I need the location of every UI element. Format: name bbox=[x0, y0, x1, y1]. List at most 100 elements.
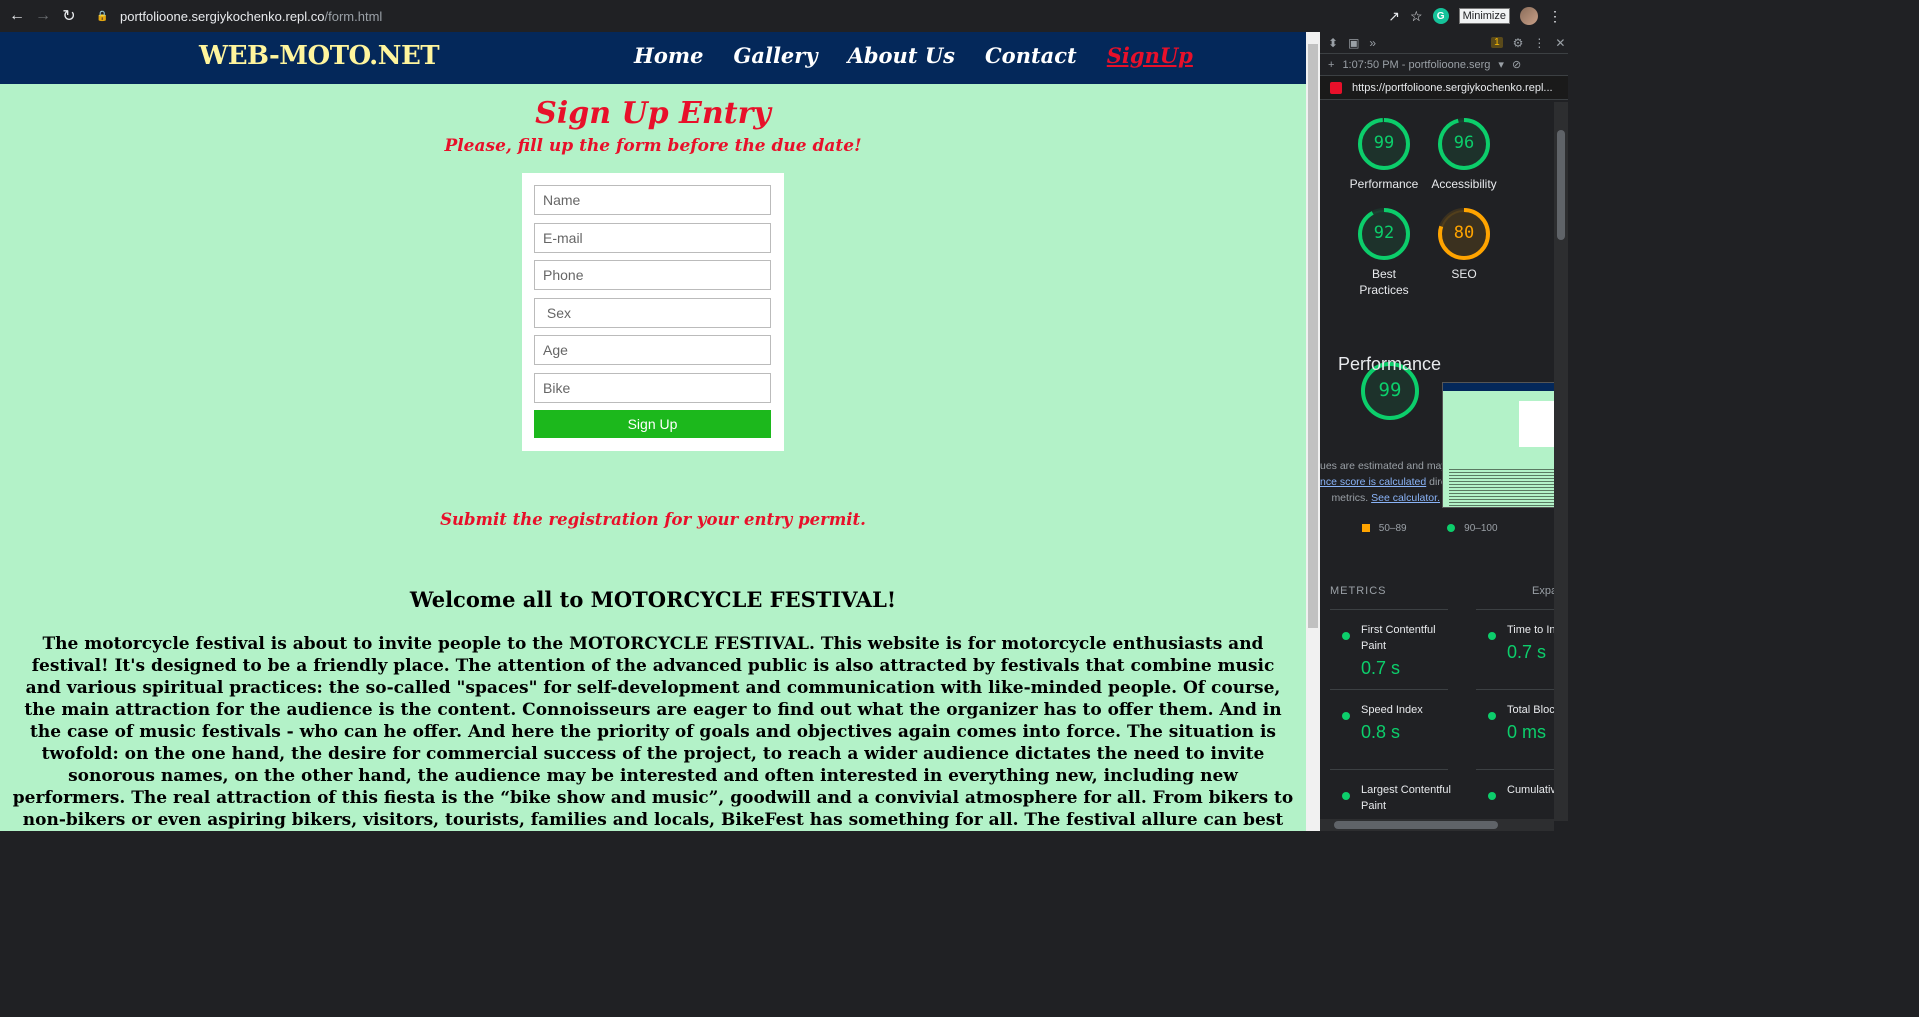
grammarly-extension-icon[interactable]: G bbox=[1432, 8, 1449, 24]
browser-actions: ↗ ☆ G Minimize ⋮ bbox=[1388, 4, 1562, 28]
page-scrollbar-thumb[interactable] bbox=[1308, 44, 1318, 628]
gauge-score: 99 bbox=[1378, 379, 1402, 401]
gauge-accessibility[interactable]: 96 Accessibility bbox=[1422, 116, 1506, 192]
thumbnail-header bbox=[1443, 383, 1567, 391]
web-page: WEB-MOTO.NET Home Gallery About Us Conta… bbox=[0, 32, 1306, 831]
site-nav: Home Gallery About Us Contact SignUp bbox=[634, 43, 1193, 68]
devtools-horizontal-scrollbar[interactable] bbox=[1320, 819, 1554, 831]
estimate-note: ues are estimated and may va bbox=[1320, 460, 1461, 472]
metric-value: 0.8 s bbox=[1361, 722, 1401, 742]
gauge-score: 99 bbox=[1373, 133, 1395, 153]
gauge-label: Performance bbox=[1349, 177, 1419, 191]
clear-icon[interactable]: ⊘ bbox=[1512, 58, 1521, 71]
metric-value: 0.7 s bbox=[1507, 642, 1547, 662]
pass-dot-icon bbox=[1342, 792, 1350, 800]
score-calculated-link[interactable]: nce score is calculated bbox=[1320, 476, 1426, 488]
bike-field[interactable] bbox=[534, 372, 771, 403]
gauge-score: 92 bbox=[1373, 223, 1395, 243]
dropdown-icon[interactable]: ▾ bbox=[1498, 58, 1504, 71]
welcome-heading: Welcome all to MOTORCYCLE FESTIVAL! bbox=[409, 587, 897, 612]
metric-name: Speed Index bbox=[1361, 704, 1423, 716]
legend-pass: 90–100 bbox=[1464, 523, 1498, 534]
lighthouse-url-bar: https://portfolioone.sergiykochenko.repl… bbox=[1320, 76, 1568, 100]
menu-kebab-icon[interactable]: ⋮ bbox=[1548, 8, 1562, 25]
signup-form: Sign Up bbox=[522, 173, 784, 451]
gauge-seo[interactable]: 80 SEO bbox=[1422, 206, 1506, 282]
name-field[interactable] bbox=[534, 185, 771, 215]
pass-dot-icon bbox=[1447, 524, 1456, 533]
gauge-label: Best Practices bbox=[1359, 267, 1409, 297]
reload-icon[interactable]: ↻ bbox=[56, 3, 82, 29]
pass-dot-icon bbox=[1488, 712, 1496, 720]
metric-name: Largest Contentful Paint bbox=[1361, 784, 1451, 812]
gauge-best-practices[interactable]: 92 Best Practices bbox=[1342, 206, 1426, 298]
nav-signup[interactable]: SignUp bbox=[1107, 43, 1193, 68]
nav-contact[interactable]: Contact bbox=[985, 43, 1077, 68]
site-header: WEB-MOTO.NET Home Gallery About Us Conta… bbox=[0, 32, 1306, 84]
page-screenshot-thumbnail[interactable] bbox=[1442, 382, 1568, 508]
report-selector[interactable]: 1:07:50 PM - portfolioone.serg bbox=[1342, 59, 1490, 71]
share-icon[interactable]: ↗ bbox=[1388, 8, 1400, 25]
metric-name: First Contentful Paint bbox=[1361, 624, 1436, 652]
metric-value: 0 ms bbox=[1507, 722, 1547, 742]
see-calculator-link[interactable]: See calculator. bbox=[1371, 492, 1440, 504]
metric-item: First Contentful Paint 0.7 s bbox=[1330, 609, 1448, 689]
calculator-prefix: metrics. bbox=[1331, 492, 1372, 504]
gauge-score: 96 bbox=[1453, 133, 1475, 153]
age-field[interactable] bbox=[534, 335, 771, 365]
device-toggle-icon[interactable]: ▣ bbox=[1348, 36, 1359, 50]
performance-heading: Performance bbox=[1338, 354, 1442, 374]
nav-home[interactable]: Home bbox=[634, 43, 703, 68]
devtools-menu-icon[interactable]: ⋮ bbox=[1533, 36, 1545, 50]
address-bar[interactable]: 🔒 portfolioone.sergiykochenko.repl.co/fo… bbox=[88, 4, 1344, 28]
metrics-header: METRICS bbox=[1330, 585, 1387, 597]
pass-dot-icon bbox=[1342, 712, 1350, 720]
more-tabs-icon[interactable]: » bbox=[1369, 36, 1376, 50]
gauge-score: 80 bbox=[1453, 223, 1475, 243]
profile-avatar[interactable] bbox=[1520, 7, 1538, 25]
site-logo[interactable]: WEB-MOTO.NET bbox=[199, 41, 440, 71]
browser-toolbar: ← → ↻ 🔒 portfolioone.sergiykochenko.repl… bbox=[0, 0, 1568, 32]
minimize-tooltip: Minimize bbox=[1458, 8, 1510, 24]
url-host: portfolioone.sergiykochenko.repl.co bbox=[120, 8, 325, 24]
forward-icon[interactable]: → bbox=[30, 3, 56, 29]
back-icon[interactable]: ← bbox=[4, 3, 30, 29]
devtools-toolbar: ⬍ ▣ » 1 ⚙ ⋮ ✕ bbox=[1320, 32, 1568, 54]
url-path: /form.html bbox=[324, 8, 383, 24]
pass-dot-icon bbox=[1342, 632, 1350, 640]
metric-item: Speed Index 0.8 s bbox=[1330, 689, 1448, 769]
report-url: https://portfolioone.sergiykochenko.repl… bbox=[1352, 81, 1553, 94]
lock-icon: 🔒 bbox=[96, 10, 109, 22]
pass-dot-icon bbox=[1488, 632, 1496, 640]
devtools-panel: ⬍ ▣ » 1 ⚙ ⋮ ✕ + 1:07:50 PM - portfolioon… bbox=[1320, 32, 1568, 831]
inspect-icon[interactable]: ⬍ bbox=[1328, 36, 1338, 50]
average-square-icon bbox=[1362, 524, 1370, 533]
form-subtitle: Please, fill up the form before the due … bbox=[444, 136, 862, 156]
sex-field[interactable] bbox=[534, 297, 771, 328]
metric-value: 0.7 s bbox=[1361, 658, 1401, 678]
devtools-scrollbar-thumb[interactable] bbox=[1557, 130, 1565, 240]
lighthouse-icon bbox=[1330, 81, 1342, 94]
issues-badge[interactable]: 1 bbox=[1491, 37, 1503, 48]
devtools-hscroll-thumb[interactable] bbox=[1334, 821, 1498, 829]
close-devtools-icon[interactable]: ✕ bbox=[1555, 36, 1565, 50]
email-field[interactable] bbox=[534, 222, 771, 253]
star-icon[interactable]: ☆ bbox=[1410, 8, 1423, 25]
devtools-scrollbar[interactable] bbox=[1554, 102, 1568, 821]
submit-note: Submit the registration for your entry p… bbox=[440, 510, 866, 529]
score-calc-note: nce score is calculated direc bbox=[1320, 476, 1452, 488]
gauge-performance[interactable]: 99 Performance bbox=[1342, 116, 1426, 192]
sign-up-button[interactable]: Sign Up bbox=[534, 410, 771, 438]
new-report-icon[interactable]: + bbox=[1328, 59, 1334, 71]
nav-about-us[interactable]: About Us bbox=[848, 43, 955, 68]
settings-gear-icon[interactable]: ⚙ bbox=[1513, 36, 1524, 50]
score-legend: 50–89 90–100 bbox=[1320, 523, 1568, 534]
form-title: Sign Up Entry bbox=[535, 96, 771, 131]
thumbnail-form bbox=[1519, 401, 1559, 447]
page-scrollbar[interactable] bbox=[1306, 32, 1320, 831]
thumbnail-text bbox=[1449, 467, 1563, 507]
calculator-note: metrics. See calculator. bbox=[1320, 492, 1440, 504]
phone-field[interactable] bbox=[534, 260, 771, 290]
legend-average: 50–89 bbox=[1378, 523, 1407, 534]
nav-gallery[interactable]: Gallery bbox=[733, 43, 817, 68]
